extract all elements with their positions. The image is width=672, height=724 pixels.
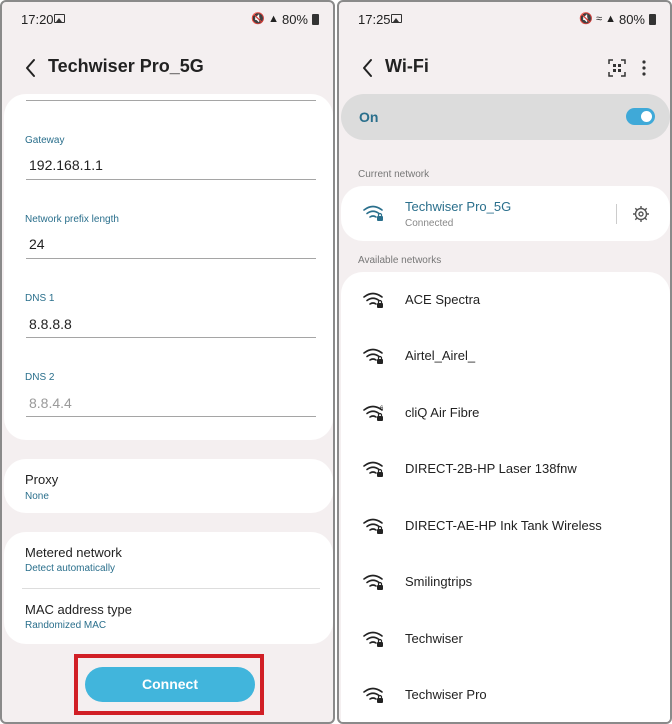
network-name: cliQ Air Fibre [405,405,480,420]
wifi-6-locked-icon: 6 [363,405,384,421]
connect-highlight: Connect [74,654,264,715]
back-arrow-icon[interactable] [20,55,42,81]
gear-icon[interactable] [632,205,650,223]
dns1-input[interactable]: 8.8.8.8 [29,316,72,332]
signal-icon: ▲ [268,13,279,25]
toggle-knob [641,111,652,122]
wifi-locked-icon [363,292,383,308]
current-network-card[interactable]: Techwiser Pro_5G Connected [341,186,670,241]
network-name: DIRECT-AE-HP Ink Tank Wireless [405,518,602,533]
connect-button[interactable]: Connect [85,667,255,702]
prefix-length-input[interactable]: 24 [29,236,45,252]
available-networks-heading: Available networks [358,255,442,266]
proxy-row[interactable]: Proxy None [4,459,333,513]
wifi-settings-screen: 17:25 🔇 ≈ ▲ 80% Wi-Fi On Current network [337,0,672,724]
prefix-length-label: Network prefix length [25,214,119,225]
wifi-locked-icon [363,461,383,477]
metered-network-row[interactable]: Metered network Detect automatically [4,532,333,588]
dns2-input[interactable]: 8.8.4.4 [29,395,72,411]
battery-icon [649,14,656,25]
field-underline [26,337,316,338]
available-networks-list: ACE Spectra Airtel_Airel_ 6 cliQ Air Fib… [341,272,670,722]
network-list-item[interactable]: DIRECT-AE-HP Ink Tank Wireless [341,498,670,554]
field-underline [26,100,316,101]
image-notification-icon [391,14,402,23]
metered-network-value: Detect automatically [25,563,116,574]
battery-percent: 80% [618,12,645,27]
dns2-label: DNS 2 [25,372,55,383]
metered-network-title: Metered network [25,545,122,560]
image-notification-icon [54,14,65,23]
back-arrow-icon[interactable] [357,55,379,81]
page-header: Techwiser Pro_5G [2,52,333,84]
network-options-card: Metered network Detect automatically MAC… [4,532,333,644]
current-network-name: Techwiser Pro_5G [405,199,512,214]
proxy-title: Proxy [25,472,59,487]
network-list-item[interactable]: Airtel_Airel_ [341,328,670,385]
status-time: 17:20 [21,12,54,27]
divider [616,204,617,224]
battery-icon [312,14,319,25]
network-list-item[interactable]: Techwiser Pro [341,667,670,722]
gateway-label: Gateway [25,135,65,146]
mac-address-type-row[interactable]: MAC address type Randomized MAC [4,589,333,644]
network-list-item[interactable]: Techwiser [341,611,670,667]
network-name: Techwiser Pro [405,687,487,702]
page-header: Wi-Fi [339,52,670,84]
field-underline [26,416,316,417]
wifi-locked-icon [363,518,383,534]
network-name: DIRECT-2B-HP Laser 138fnw [405,461,577,476]
network-list-item[interactable]: Smilingtrips [341,554,670,611]
page-title: Techwiser Pro_5G [48,56,204,76]
network-name: ACE Spectra [405,292,481,307]
svg-text:6: 6 [380,406,384,412]
network-list-item[interactable]: DIRECT-2B-HP Laser 138fnw [341,441,670,498]
battery-percent: 80% [281,12,308,27]
wifi-locked-icon [363,687,383,703]
wifi-locked-icon [363,205,383,221]
current-network-heading: Current network [358,169,430,180]
status-time: 17:25 [358,12,391,27]
status-bar: 17:25 🔇 ≈ ▲ 80% [339,10,670,30]
field-underline [26,258,316,259]
field-underline [26,179,316,180]
network-name: Smilingtrips [405,574,473,589]
more-options-icon[interactable] [641,59,647,77]
wifi-locked-icon [363,348,383,364]
proxy-value: None [25,491,49,502]
wifi-status-icon: ≈ [596,13,603,25]
ip-settings-card: Gateway 192.168.1.1 Network prefix lengt… [4,94,333,440]
mute-icon: 🔇 [251,13,266,25]
dns1-label: DNS 1 [25,293,55,304]
wifi-toggle-switch[interactable] [626,108,655,125]
network-list-item[interactable]: ACE Spectra [341,272,670,328]
mute-icon: 🔇 [579,13,594,25]
wifi-toggle-label: On [359,109,379,125]
qr-scan-icon[interactable] [608,59,626,77]
wifi-toggle-row[interactable]: On [341,94,670,140]
status-bar: 17:20 🔇 ▲ 80% [2,10,333,30]
network-name: Techwiser [405,631,463,646]
wifi-locked-icon [363,631,383,647]
network-name: Airtel_Airel_ [405,348,476,363]
page-title: Wi-Fi [385,56,429,76]
signal-icon: ▲ [605,13,616,25]
mac-address-value: Randomized MAC [25,620,107,631]
mac-address-title: MAC address type [25,602,132,617]
network-list-item[interactable]: 6 cliQ Air Fibre [341,385,670,441]
gateway-input[interactable]: 192.168.1.1 [29,157,103,173]
network-details-screen: 17:20 🔇 ▲ 80% Techwiser Pro_5G Gateway 1… [0,0,335,724]
current-network-status: Connected [405,218,454,229]
wifi-locked-icon [363,574,383,590]
